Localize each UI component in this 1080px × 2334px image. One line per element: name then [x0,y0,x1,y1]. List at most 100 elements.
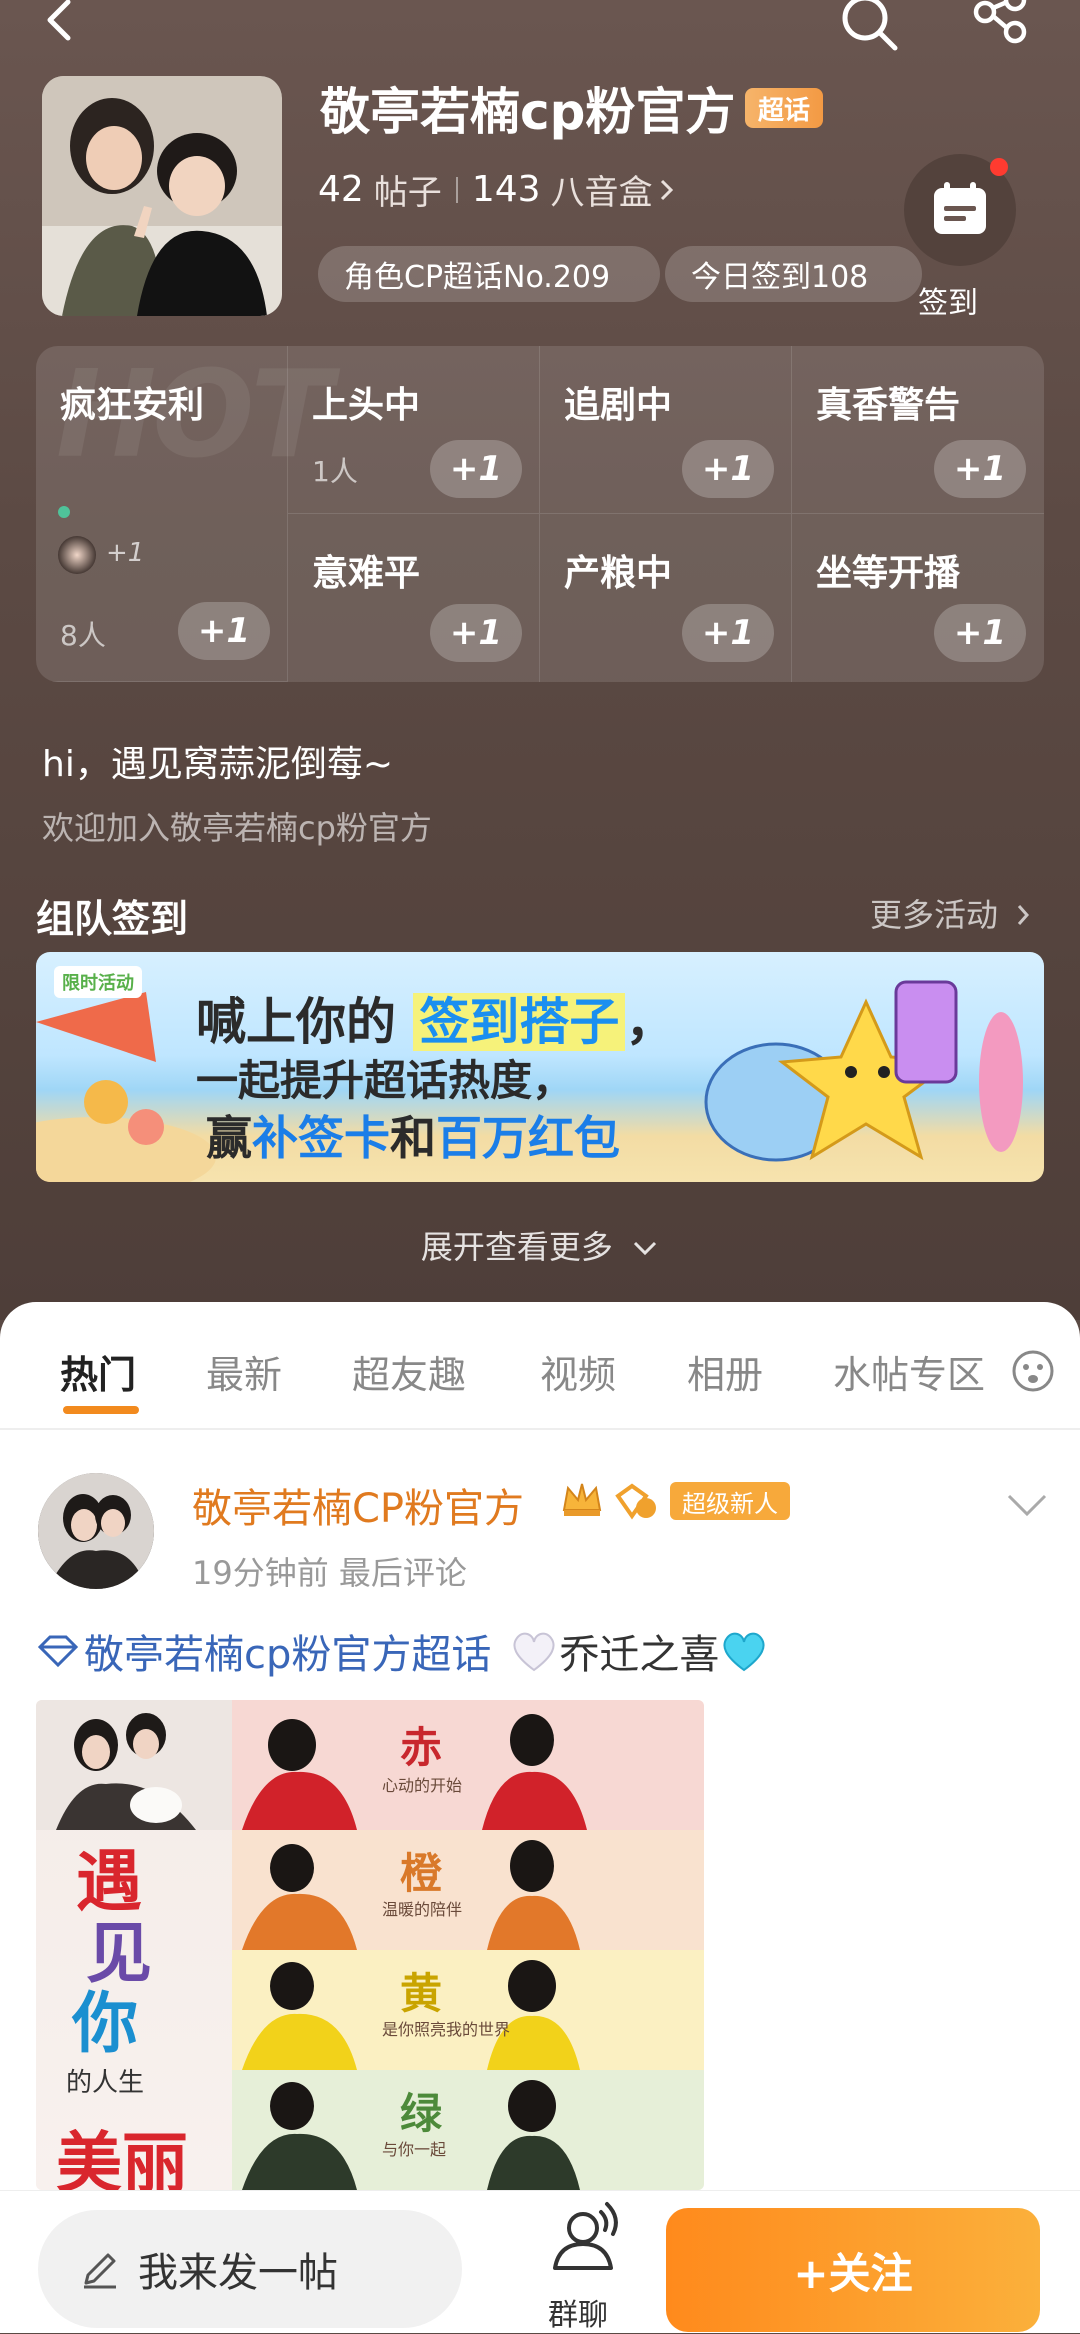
expand-more-button[interactable]: 展开查看更多 [0,1222,1080,1268]
topic-link[interactable]: 敬亭若楠cp粉官方超话 [84,1622,491,1680]
user-avatar [58,536,96,574]
strip-figures [242,1714,587,1830]
welcome-subtitle: 欢迎加入敬亭若楠cp粉官方 [42,809,432,847]
mood-featured[interactable]: 疯狂安利 +1 8人 +1 [36,346,288,682]
calligraphy-char: 你 [72,1984,138,2062]
plus-one-button[interactable]: +1 [934,604,1026,662]
mini-avatar-dot [58,506,70,518]
banner-text: ， [625,993,676,1051]
plus-one-button[interactable]: +1 [682,440,774,498]
mood-item[interactable]: 追剧中 +1 [540,346,792,514]
banner-headline-2: 一起提升超话热度， [196,1056,575,1105]
diamond-topic-icon [37,1635,79,1668]
strip-subtitle: 心动的开始 [382,1776,463,1795]
strip-figures [242,1960,580,2070]
banner-highlight: 补签卡 [252,1111,390,1165]
color-strip-yellow: 黄 是你照亮我的世界 [232,1950,704,2070]
more-activities-label: 更多活动 [870,896,999,934]
banner-headline-1: 喊上你的 签到搭子， [196,982,675,1054]
mood-title: 疯狂安利 [60,385,205,426]
color-strip-orange: 橙 温暖的陪伴 [232,1830,704,1950]
mood-item[interactable]: 真香警告 +1 [792,346,1044,514]
plus-one-button[interactable]: +1 [934,440,1026,498]
emoji-face-icon [1012,1350,1054,1392]
tab-album[interactable]: 相册 [687,1344,763,1399]
post-text: 敬亭若楠cp粉官方超话 乔迁之喜 [36,1622,769,1680]
post-image[interactable]: 遇 见 你 的人生 美丽 赤 心动的开始 橙 温暖的陪伴 黄 是你照亮我的世界 … [36,1700,704,2190]
tab-video[interactable]: 视频 [540,1344,616,1399]
crown-icon [562,1483,602,1516]
tab-hot[interactable]: 热门 [60,1344,136,1399]
activity-banner[interactable]: 限时活动 喊上你的 签到搭子， 一起提升超话热度， 赢补签卡和百万红包 [36,952,1044,1182]
divider [0,1428,1080,1430]
group-chat-icon [553,2202,618,2270]
follow-button[interactable]: +关注 [666,2208,1040,2332]
music-box-count[interactable]: 143 [472,169,541,210]
author-avatar[interactable] [38,1473,154,1589]
couple-photo [36,1700,232,1830]
strip-word: 橙 [400,1849,443,1898]
image-left-panel: 遇 见 你 的人生 美丽 [36,1700,232,2190]
compose-post-button[interactable]: 我来发一帖 [38,2210,462,2328]
avatar-plus-text: +1 [106,538,145,568]
rank-chip[interactable]: 角色CP超话No.209 [318,246,660,302]
mood-item[interactable]: 意难平 +1 [288,514,540,682]
posts-count: 42 [318,169,364,210]
calendar-icon [934,182,986,234]
calligraphy-text: 的人生 [66,2068,145,2098]
strip-figures [242,2080,580,2190]
mood-title: 追剧中 [564,385,673,426]
checkin-count-chip[interactable]: 今日签到108 [665,246,922,302]
super-topic-badge: 超话 [745,88,823,128]
search-icon[interactable] [835,0,905,60]
group-chat-button[interactable] [540,2200,630,2284]
banner-text: 和 [390,1111,436,1165]
tab-water-posts[interactable]: 水帖专区 [833,1344,985,1399]
strip-subtitle: 是你照亮我的世界 [382,2020,511,2039]
blue-heart-icon [723,1632,765,1672]
color-strip-red: 赤 心动的开始 [232,1700,704,1830]
level-badge-icon [615,1483,656,1520]
posts-label: 帖子 [373,173,442,213]
author-name[interactable]: 敬亭若楠CP粉官方 [192,1476,524,1534]
mood-item[interactable]: 坐等开播 +1 [792,514,1044,682]
mood-title: 产粮中 [564,553,673,594]
banner-text: 赢 [206,1111,252,1165]
banner-highlight: 百万红包 [436,1111,620,1165]
mood-item[interactable]: 上头中 1人 +1 [288,346,540,514]
more-activities-link[interactable]: 更多活动 [870,890,1034,936]
mood-count: 1人 [312,455,358,488]
mood-title: 上头中 [312,385,421,426]
white-heart-icon [513,1632,555,1672]
limited-time-tag: 限时活动 [54,966,142,998]
active-tab-indicator [63,1406,139,1414]
group-chat-label[interactable]: 群聊 [548,2290,608,2334]
plus-one-button[interactable]: +1 [682,604,774,662]
plus-one-button[interactable]: +1 [178,602,270,660]
mood-panel: HOT 疯狂安利 +1 8人 +1 上头中 1人 +1 追剧中 +1 真香警告 … [36,346,1044,682]
post-body: 乔迁之喜 [559,1632,720,1678]
chevron-right-icon[interactable] [657,176,677,204]
tab-latest[interactable]: 最新 [206,1344,282,1399]
signin-label[interactable]: 签到 [918,278,978,322]
expand-more-label: 展开查看更多 [420,1228,613,1266]
strip-word: 黄 [400,1969,443,2018]
post-meta: 19分钟前 最后评论 [192,1554,467,1592]
strip-word: 赤 [400,1723,443,1772]
chevron-down-icon[interactable] [1005,1490,1049,1520]
music-box-label[interactable]: 八音盒 [551,165,653,214]
plus-one-button[interactable]: +1 [430,440,522,498]
chevron-left-icon[interactable] [30,0,90,50]
chevron-right-icon [1018,905,1030,925]
strip-word: 绿 [400,2089,443,2138]
plus-one-button[interactable]: +1 [430,604,522,662]
strip-subtitle: 与你一起 [382,2140,447,2159]
banner-highlight: 签到搭子 [413,993,626,1051]
pencil-icon [84,2253,116,2289]
tab-super-friends[interactable]: 超友趣 [352,1344,466,1399]
notification-dot [990,158,1008,176]
mood-title: 坐等开播 [816,553,961,594]
share-icon[interactable] [965,0,1035,60]
mood-item[interactable]: 产粮中 +1 [540,514,792,682]
mood-title: 意难平 [312,553,421,594]
